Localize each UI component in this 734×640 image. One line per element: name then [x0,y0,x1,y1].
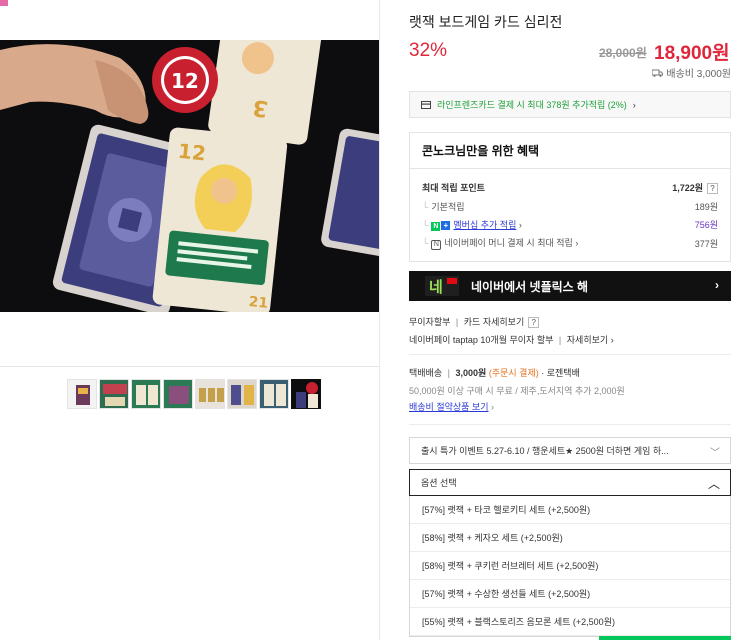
npay-icon: N [431,240,442,250]
separator: | [455,317,459,327]
gallery-divider [0,366,379,367]
product-title: 랫잭 보드게임 카드 심리전 [409,14,563,30]
option-select-placeholder: 옵션 선택 [421,478,457,488]
thumbnail[interactable] [195,379,225,409]
delivery-condition: 50,000원 이상 구매 시 무료 / 제주,도서지역 추가 2,000원 [409,386,625,396]
column-divider [379,0,380,640]
section-divider [409,354,731,355]
saving-link-row: 배송비 절약상품 보기 › [409,400,494,413]
section-divider [409,424,731,425]
thumbnail[interactable] [67,379,97,409]
max-points-label: 최대 적립 포인트 [422,183,485,193]
netflix-banner[interactable]: 네 네이버에서 넷플릭스 해 › [409,271,731,301]
membership-points-row: └ N + 멤버십 추가 적립 › 756원 [422,218,718,231]
shipping-saving-link[interactable]: 배송비 절약상품 보기 [409,402,489,412]
credit-card-icon [421,100,431,109]
plus-icon: + [441,221,451,230]
truck-icon [652,69,664,77]
max-points-row: 최대 적립 포인트 1,722원? [422,181,718,194]
thumbnail[interactable] [227,379,257,409]
benefit-box: 콘노크님만을 위한 혜택 최대 적립 포인트 1,722원? └ 기본적립 189… [409,132,731,262]
svg-text:12: 12 [177,139,207,166]
thumbnail-strip [67,379,321,409]
chevron-right-icon: › [491,402,495,412]
basic-points-label: 기본적립 [431,202,465,212]
delivery-pay-note: (주문시 결제) [488,368,539,378]
membership-link[interactable]: 멤버십 추가 적립 [453,220,516,230]
chevron-right-icon: › [518,220,522,230]
help-icon[interactable]: ? [528,317,540,328]
thumbnail[interactable] [99,379,129,409]
main-product-photo[interactable]: 12 21 3 12 [0,40,379,312]
basic-points-row: └ 기본적립 189원 [422,200,718,213]
chevron-up-icon: ︿ [707,477,720,491]
option-item[interactable]: [58%] 랫잭 + 쿠키런 러브레터 세트 (+2,500원) [410,552,730,580]
chevron-right-icon: › [715,278,719,292]
promo-option-select[interactable]: 출시 특가 이벤트 5.27-6.10 / 행운세트★ 2500원 더하면 게임… [409,437,731,464]
netflix-logo-icon: 네 [425,276,459,296]
thumbnail[interactable] [259,379,289,409]
bottom-button-edge [409,636,590,640]
benefit-title: 콘노크님만을 위한 혜택 [410,133,730,169]
svg-text:12: 12 [171,69,199,93]
delivery-carrier: · 로젠택배 [541,368,580,378]
chevron-right-icon: › [632,99,636,110]
thumbnail[interactable] [163,379,193,409]
svg-text:21: 21 [248,294,269,312]
membership-label-wrap: └ N + 멤버십 추가 적립 › [422,220,522,231]
chevron-right-icon: › [610,335,614,345]
buy-button-edge[interactable] [599,636,731,640]
thumbnail-selected[interactable] [291,379,321,409]
netflix-text: 네이버에서 넷플릭스 해 [471,279,589,294]
installment-detail-link[interactable]: 자세히보기 [567,335,608,345]
installment-row-2: 네이버페이 taptap 10개월 무이자 할부 | 자세히보기 › [409,333,614,346]
thumbnail[interactable] [131,379,161,409]
card-benefit-text: 라인프렌즈카드 결제 시 최대 378원 추가적립 (2%) [437,100,627,110]
installment-label: 무이자할부 [409,317,451,327]
naver-n-icon: N [431,222,441,231]
sale-price: 18,900원 [654,43,730,64]
npay-points-row: └ N 네이버페이 머니 결제 시 최대 적립 › 377원 [422,236,718,250]
installment-row-1: 무이자할부 | 카드 자세히보기? [409,315,540,328]
separator: | [447,368,450,378]
netflix-logo-text: 네 [429,278,443,296]
npay-label-wrap: └ N 네이버페이 머니 결제 시 최대 적립 › [422,238,579,250]
membership-points-value: 756원 [694,220,718,230]
card-detail-link[interactable]: 카드 자세히보기 [464,317,524,327]
option-list: [57%] 랫잭 + 타코 헬로키티 세트 (+2,500원) [58%] 랫잭… [409,496,731,637]
help-icon[interactable]: ? [707,183,718,194]
option-item[interactable]: [57%] 랫잭 + 타코 헬로키티 세트 (+2,500원) [410,496,730,524]
npay-points-value: 377원 [694,238,718,249]
original-price: 28,000원 [599,46,647,60]
option-item[interactable]: [57%] 랫잭 + 수상한 생선들 세트 (+2,500원) [410,580,730,608]
option-select[interactable]: 옵션 선택 ︿ [409,469,731,496]
discount-rate: 32% [409,40,448,61]
option-item[interactable]: [55%] 랫잭 + 블랙스토리즈 음모론 세트 (+2,500원) [410,608,730,636]
npay-label[interactable]: 네이버페이 머니 결제 시 최대 적립 [444,238,572,248]
shipping-fee-text: 배송비 3,000원 [666,69,731,80]
card-benefit-banner[interactable]: 라인프렌즈카드 결제 시 최대 378원 추가적립 (2%) › [409,91,731,118]
option-item[interactable]: [58%] 랫잭 + 케자오 세트 (+2,500원) [410,524,730,552]
product-gallery: 12 21 3 12 [0,0,379,640]
delivery-row: 택배배송 | 3,000원 (주문시 결제) · 로젠택배 [409,366,580,379]
delivery-fee: 3,000원 [455,368,487,378]
basic-points-label-wrap: └ 기본적립 [422,202,465,212]
gallery-tab-indicator [0,0,8,6]
taptap-installment-text: 네이버페이 taptap 10개월 무이자 할부 [409,335,554,345]
max-points-value-wrap: 1,722원? [672,181,718,194]
delivery-type: 택배배송 [409,368,443,378]
shipping-fee: 배송비 3,000원 [652,65,731,80]
chevron-right-icon: › [575,238,579,248]
max-points-value: 1,722원 [672,183,703,193]
separator: | [558,335,562,345]
basic-points-value: 189원 [694,202,718,212]
chevron-down-icon: ﹀ [710,448,720,459]
promo-option-text: 출시 특가 이벤트 5.27-6.10 / 행운세트★ 2500원 더하면 게임… [421,446,669,456]
